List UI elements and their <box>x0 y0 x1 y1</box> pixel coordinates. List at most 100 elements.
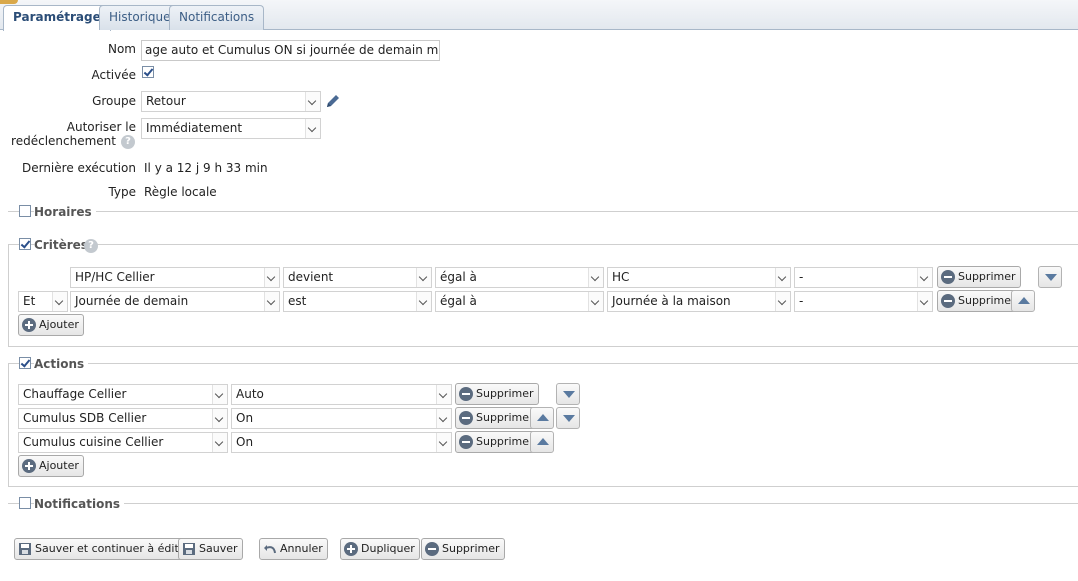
action-2-move-up-button[interactable] <box>530 407 554 429</box>
duplicate-button[interactable]: Dupliquer <box>340 538 420 560</box>
add-action-button[interactable]: Ajouter <box>18 455 84 477</box>
add-critere-label: Ajouter <box>39 318 79 331</box>
chevron-down-icon <box>588 292 603 311</box>
groupe-select[interactable]: Retour <box>141 91 321 112</box>
critere-1-operator-value: égal à <box>440 270 477 284</box>
critere-1-move-down-button[interactable] <box>1038 266 1062 288</box>
type-label: Type <box>108 185 136 199</box>
critere-1-event-value: devient <box>288 270 334 284</box>
critere-2-delete-button[interactable]: Supprimer <box>937 290 1021 312</box>
critere-2-move-up-button[interactable] <box>1011 290 1035 312</box>
help-icon[interactable]: ? <box>121 135 135 149</box>
duplicate-icon <box>344 542 358 556</box>
chevron-down-icon <box>212 409 227 428</box>
action-3-delete-button[interactable]: Supprimer <box>455 431 539 453</box>
nom-input[interactable]: age auto et Cumulus ON si journée de dem… <box>141 40 440 61</box>
save-button[interactable]: Sauver <box>178 538 243 560</box>
autoriser-select-value: Immédiatement <box>146 121 243 135</box>
minus-circle-icon <box>459 435 473 449</box>
redeclenchement-label: redéclenchement <box>11 134 116 148</box>
chevron-down-icon <box>436 433 451 452</box>
chevron-down-icon <box>212 385 227 404</box>
critere-1-delete-button[interactable]: Supprimer <box>937 266 1021 288</box>
chevron-down-icon <box>305 92 320 111</box>
notifications-checkbox[interactable] <box>19 497 31 509</box>
action-3-move-up-button[interactable] <box>530 431 554 453</box>
derniere-execution-label: Dernière exécution <box>21 161 136 175</box>
chevron-down-icon <box>917 292 932 311</box>
help-icon[interactable]: ? <box>84 239 98 253</box>
critere-2-event-select[interactable]: est <box>283 291 432 312</box>
delete-rule-button[interactable]: Supprimer <box>421 538 505 560</box>
tab-notifications[interactable]: Notifications <box>169 5 265 30</box>
horaires-legend: Horaires <box>34 205 96 219</box>
save-label: Sauver <box>199 542 238 555</box>
critere-2-extra-value: - <box>799 294 804 308</box>
delete-rule-label: Supprimer <box>442 542 500 555</box>
chevron-down-icon <box>264 292 279 311</box>
critere-1-operator-select[interactable]: égal à <box>435 267 604 288</box>
chevron-down-icon <box>775 292 790 311</box>
critere-1-value-select[interactable]: HC <box>607 267 791 288</box>
groupe-label: Groupe <box>92 94 136 108</box>
chevron-down-icon <box>416 268 431 287</box>
activee-label: Activée <box>91 68 136 82</box>
nom-label: Nom <box>107 42 136 56</box>
horaires-divider <box>8 211 1078 212</box>
action-1-delete-button[interactable]: Supprimer <box>455 383 539 405</box>
critere-1-extra-select[interactable]: - <box>794 267 933 288</box>
activee-checkbox[interactable] <box>142 66 154 78</box>
pencil-icon[interactable] <box>324 92 342 110</box>
autoriser-select[interactable]: Immédiatement <box>141 118 321 139</box>
window-decoration <box>0 0 18 4</box>
minus-circle-icon <box>941 294 955 308</box>
action-3-value-select[interactable]: On <box>231 432 452 453</box>
action-2-value-select[interactable]: On <box>231 408 452 429</box>
critere-1-event-select[interactable]: devient <box>283 267 432 288</box>
critere-2-value-select[interactable]: Journée à la maison <box>607 291 791 312</box>
critere-1-device-value: HP/HC Cellier <box>75 270 155 284</box>
tab-parametrage[interactable]: Paramétrage <box>3 5 111 31</box>
critere-2-device-select[interactable]: Journée de demain <box>70 291 280 312</box>
notifications-legend: Notifications <box>34 497 125 511</box>
actions-legend: Actions <box>34 357 89 371</box>
chevron-down-icon <box>588 268 603 287</box>
action-3-device-value: Cumulus cuisine Cellier <box>23 435 164 449</box>
action-2-value-value: On <box>236 411 254 425</box>
chevron-down-icon <box>917 268 932 287</box>
action-3-device-select[interactable]: Cumulus cuisine Cellier <box>18 432 228 453</box>
chevron-down-icon <box>212 433 227 452</box>
save-continue-button[interactable]: Sauver et continuer à éditer <box>14 538 196 560</box>
chevron-down-icon <box>305 119 320 138</box>
critere-1-extra-value: - <box>799 270 804 284</box>
action-2-delete-button[interactable]: Supprimer <box>455 407 539 429</box>
critere-2-connector-select[interactable]: Et <box>18 291 68 312</box>
derniere-execution-value: Il y a 12 j 9 h 33 min <box>144 161 268 175</box>
action-3-value-value: On <box>236 435 254 449</box>
minus-circle-icon <box>941 270 955 284</box>
chevron-down-icon <box>436 385 451 404</box>
add-critere-button[interactable]: Ajouter <box>18 314 84 336</box>
action-2-device-select[interactable]: Cumulus SDB Cellier <box>18 408 228 429</box>
autoriser-label: Autoriser le <box>66 120 136 134</box>
action-2-move-down-button[interactable] <box>556 407 580 429</box>
action-1-move-down-button[interactable] <box>556 383 580 405</box>
action-1-device-select[interactable]: Chauffage Cellier <box>18 384 228 405</box>
undo-icon <box>264 545 276 554</box>
notifications-divider <box>8 503 1078 504</box>
criteres-checkbox[interactable] <box>19 238 31 250</box>
add-action-label: Ajouter <box>39 459 79 472</box>
critere-2-extra-select[interactable]: - <box>794 291 933 312</box>
plus-circle-icon <box>22 459 36 473</box>
critere-2-operator-value: égal à <box>440 294 477 308</box>
actions-checkbox[interactable] <box>19 357 31 369</box>
critere-2-connector-value: Et <box>23 294 36 308</box>
critere-2-operator-select[interactable]: égal à <box>435 291 604 312</box>
critere-1-device-select[interactable]: HP/HC Cellier <box>70 267 280 288</box>
horaires-checkbox[interactable] <box>19 205 31 217</box>
critere-2-delete-label: Supprimer <box>958 294 1016 307</box>
cancel-button[interactable]: Annuler <box>259 538 328 560</box>
groupe-select-value: Retour <box>146 94 186 108</box>
action-1-value-select[interactable]: Auto <box>231 384 452 405</box>
critere-2-device-value: Journée de demain <box>75 294 189 308</box>
